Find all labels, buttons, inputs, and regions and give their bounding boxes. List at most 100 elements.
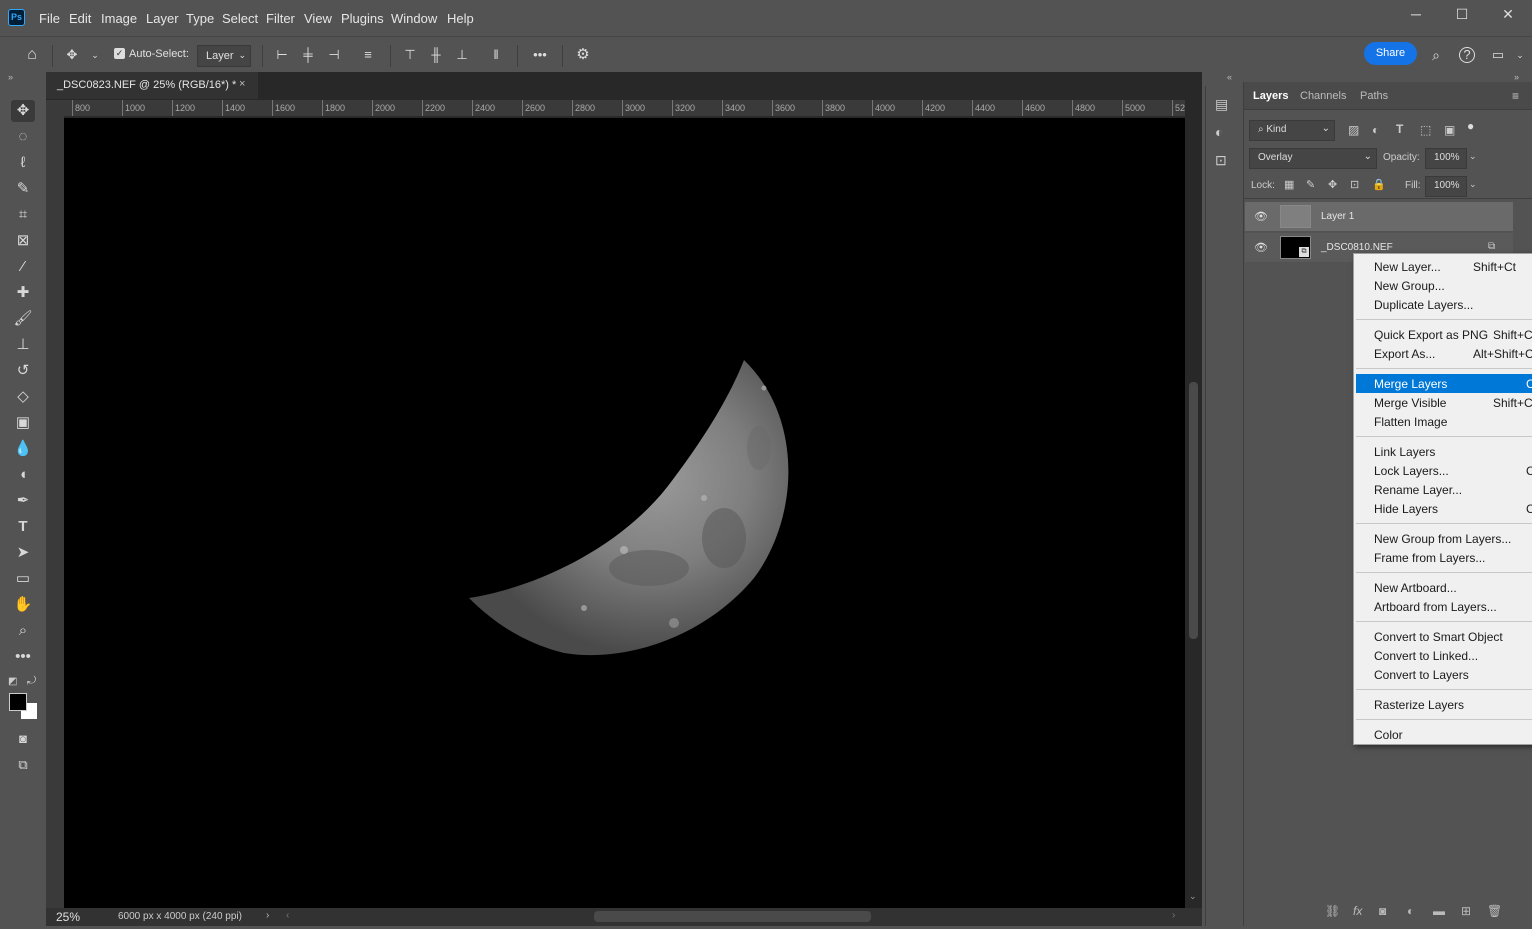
auto-select-checkbox[interactable]: ✓	[114, 48, 125, 59]
zoom-tool-icon[interactable]: ⌕	[11, 620, 35, 642]
move-tool-icon[interactable]: ✥	[11, 100, 35, 122]
tab-layers[interactable]: Layers	[1253, 90, 1288, 102]
marquee-tool-icon[interactable]: ◌	[11, 126, 35, 148]
visibility-eye-icon[interactable]: 👁	[1254, 241, 1268, 254]
eyedropper-tool-icon[interactable]: ⁄	[11, 256, 35, 278]
opacity-chevron-icon[interactable]: ⌄	[1469, 151, 1477, 162]
help-icon[interactable]: ?	[1459, 47, 1475, 63]
scroll-right-icon[interactable]: ›	[1172, 910, 1175, 921]
eraser-tool-icon[interactable]: ◇	[11, 386, 35, 408]
foreground-color-swatch[interactable]	[9, 693, 27, 711]
menu-view[interactable]: View	[304, 11, 332, 26]
align-middle-icon[interactable]: ╫	[427, 46, 445, 64]
align-right-icon[interactable]: ⊣	[325, 46, 343, 64]
expand-toolbar-icon[interactable]: »	[8, 72, 13, 82]
align-bottom-icon[interactable]: ⊥	[453, 46, 471, 64]
context-menu-item[interactable]: Artboard from Layers...	[1356, 597, 1532, 616]
tab-channels[interactable]: Channels	[1300, 90, 1346, 102]
context-menu-item[interactable]: Convert to Smart Object	[1356, 627, 1532, 646]
context-menu-item[interactable]: New Layer... Shift+Ct	[1356, 257, 1532, 276]
link-layers-icon[interactable]: ⛓	[1325, 904, 1340, 918]
lock-all-icon[interactable]: 🔒	[1372, 178, 1386, 191]
brush-tool-icon[interactable]: 🖌	[11, 308, 35, 330]
context-menu-item[interactable]: Hide Layers C	[1356, 499, 1532, 518]
lock-transparent-icon[interactable]: ▦	[1284, 178, 1294, 191]
home-icon[interactable]: ⌂	[23, 46, 41, 64]
quick-select-tool-icon[interactable]: ✎	[11, 178, 35, 200]
layer-row[interactable]: 👁 Layer 1	[1245, 202, 1513, 231]
context-menu-item[interactable]: Color	[1356, 725, 1532, 744]
more-tools-icon[interactable]: •••	[11, 646, 35, 668]
document-tab[interactable]: _DSC0823.NEF @ 25% (RGB/16*) * ×	[46, 72, 258, 99]
filter-type-icon[interactable]: T	[1396, 122, 1403, 136]
menu-edit[interactable]: Edit	[69, 11, 91, 26]
blur-tool-icon[interactable]: 💧	[11, 438, 35, 460]
properties-icon[interactable]: ⊡	[1215, 152, 1227, 169]
adjustment-layer-icon[interactable]: ◐	[1407, 904, 1414, 918]
lasso-tool-icon[interactable]: ℓ	[11, 152, 35, 174]
context-menu-item[interactable]: Convert to Linked...	[1356, 646, 1532, 665]
search-icon[interactable]: ⌕	[1427, 46, 1445, 64]
adjustments-icon[interactable]: ◐	[1215, 124, 1223, 140]
filter-kind-dropdown[interactable]: ⌕ Kind ⌄	[1249, 120, 1335, 141]
hand-tool-icon[interactable]: ✋	[11, 594, 35, 616]
context-menu-item[interactable]: Export As... Alt+Shift+C	[1356, 344, 1532, 363]
scroll-left-icon[interactable]: ‹	[286, 910, 289, 921]
ruler-origin[interactable]	[46, 100, 64, 117]
healing-brush-tool-icon[interactable]: ✚	[11, 282, 35, 304]
libraries-icon[interactable]: ▤	[1215, 96, 1228, 113]
context-menu-item[interactable]: New Group from Layers...	[1356, 529, 1532, 548]
new-layer-icon[interactable]: ⊞	[1461, 904, 1471, 918]
context-menu-item[interactable]: Merge Visible Shift+C	[1356, 393, 1532, 412]
rectangle-tool-icon[interactable]: ▭	[11, 568, 35, 590]
menu-window[interactable]: Window	[391, 11, 437, 26]
vertical-scrollbar[interactable]: ⌄	[1185, 117, 1202, 908]
horizontal-scroll-thumb[interactable]	[594, 911, 871, 922]
context-menu-item[interactable]: Convert to Layers	[1356, 665, 1532, 684]
auto-select-target-dropdown[interactable]: Layer ⌄	[197, 45, 251, 67]
vertical-scroll-thumb[interactable]	[1189, 382, 1198, 639]
workspace-icon[interactable]: ▭	[1489, 46, 1507, 64]
menu-layer[interactable]: Layer	[146, 11, 179, 26]
maximize-icon[interactable]: ☐	[1450, 6, 1474, 26]
gear-icon[interactable]: ⚙	[574, 46, 592, 64]
context-menu-item[interactable]: Rename Layer...	[1356, 480, 1532, 499]
gradient-tool-icon[interactable]: ▣	[11, 412, 35, 434]
scroll-down-icon[interactable]: ⌄	[1189, 891, 1197, 902]
swap-colors-icon[interactable]: ⤾	[27, 675, 36, 688]
minimize-icon[interactable]: ─	[1404, 6, 1428, 26]
context-menu-item[interactable]: Lock Layers... C	[1356, 461, 1532, 480]
screen-mode-icon[interactable]: ⧉	[11, 754, 35, 776]
quick-mask-icon[interactable]: ◙	[11, 728, 35, 750]
share-button[interactable]: Share	[1364, 42, 1417, 65]
add-mask-icon[interactable]: ◙	[1379, 904, 1386, 918]
menu-image[interactable]: Image	[101, 11, 137, 26]
blend-mode-dropdown[interactable]: Overlay ⌄	[1249, 148, 1377, 169]
fill-chevron-icon[interactable]: ⌄	[1469, 179, 1477, 190]
distribute-icon[interactable]: ≡	[359, 46, 377, 64]
zoom-level[interactable]: 25%	[56, 910, 80, 924]
chevron-down-icon[interactable]: ⌄	[86, 46, 104, 64]
context-menu-item[interactable]: Merge Layers C	[1356, 374, 1532, 393]
align-left-icon[interactable]: ⊢	[273, 46, 291, 64]
status-menu-icon[interactable]: ›	[266, 910, 269, 921]
filter-pixel-icon[interactable]: ▨	[1348, 123, 1359, 137]
menu-filter[interactable]: Filter	[266, 11, 295, 26]
menu-file[interactable]: File	[39, 11, 60, 26]
visibility-eye-icon[interactable]: 👁	[1254, 210, 1268, 223]
close-tab-icon[interactable]: ×	[239, 78, 245, 90]
align-center-icon[interactable]: ╪	[299, 46, 317, 64]
close-window-icon[interactable]: ✕	[1496, 6, 1520, 26]
image-canvas[interactable]	[64, 118, 1185, 908]
collapse-panels-icon[interactable]: «	[1227, 72, 1232, 82]
chevron-down-icon[interactable]: ⌄	[1511, 46, 1529, 64]
menu-select[interactable]: Select	[222, 11, 258, 26]
layer-effects-icon[interactable]: ⧉	[1488, 241, 1495, 252]
new-group-icon[interactable]: ▬	[1433, 904, 1445, 918]
more-options-icon[interactable]: •••	[531, 46, 549, 64]
filter-smart-object-icon[interactable]: ▣	[1444, 123, 1455, 137]
context-menu-item[interactable]: New Artboard...	[1356, 578, 1532, 597]
panel-menu-icon[interactable]: ≡	[1512, 89, 1519, 103]
history-brush-tool-icon[interactable]: ↺	[11, 360, 35, 382]
crop-tool-icon[interactable]: ⌗	[11, 204, 35, 226]
